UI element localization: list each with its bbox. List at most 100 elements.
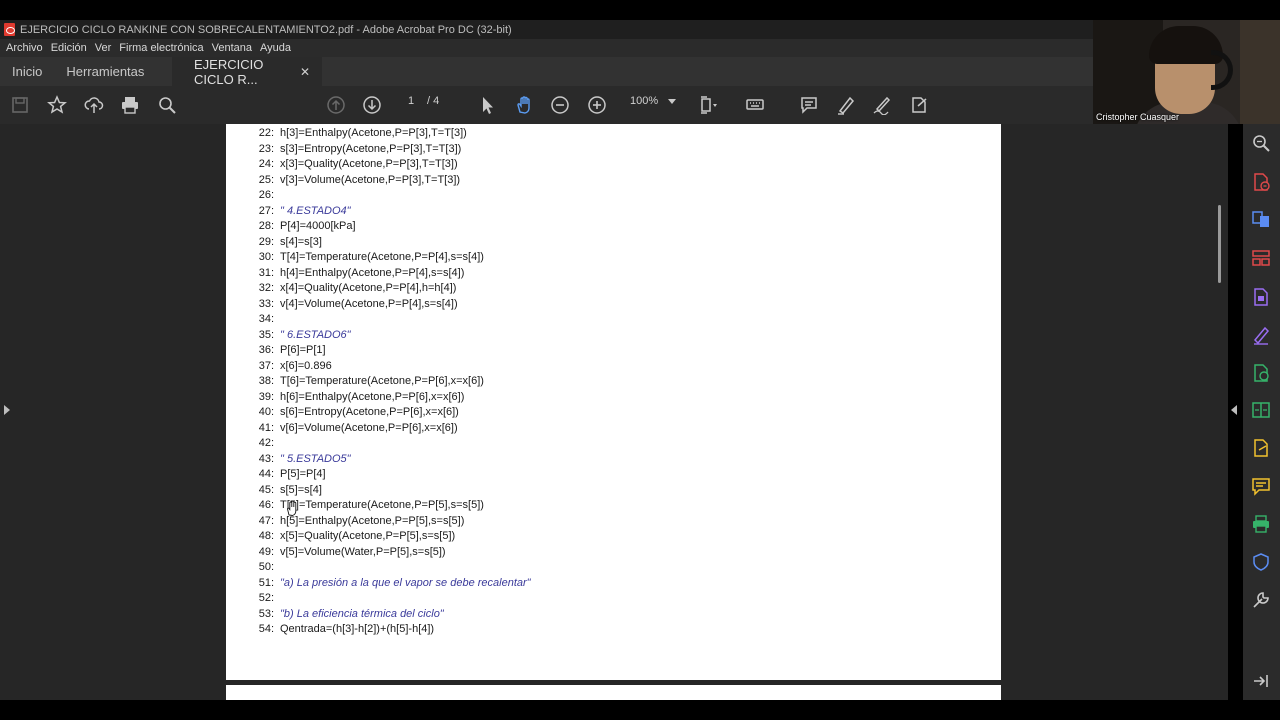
menu-edicion[interactable]: Edición xyxy=(51,42,87,54)
more-tools-wrench-icon[interactable] xyxy=(1250,589,1272,611)
bookmark-star-icon[interactable] xyxy=(46,94,68,116)
code-line: 23: s[3]=Entropy(Acetone,P=P[3],T=T[3]) xyxy=(248,142,531,158)
chevron-down-icon[interactable] xyxy=(668,99,676,104)
line-text: x[5]=Quality(Acetone,P=P[5],s=s[5]) xyxy=(280,530,456,542)
tab-tools[interactable]: Herramientas xyxy=(54,57,156,86)
line-text: v[6]=Volume(Acetone,P=P[6],x=x[6]) xyxy=(280,421,458,434)
line-text: x[6]=0.896 xyxy=(280,359,332,372)
highlight-pen-icon[interactable] xyxy=(835,94,857,116)
participant-name: Cristopher Cuasquer xyxy=(1096,112,1180,122)
left-panel-toggle-icon[interactable] xyxy=(4,405,10,415)
create-pdf-icon[interactable] xyxy=(1250,208,1272,230)
code-line: 40: s[6]=Entropy(Acetone,P=P[6],x=x[6]) xyxy=(248,405,531,421)
comment-line: 43: " 5.ESTADO5" xyxy=(248,452,531,468)
organize-pages-icon[interactable] xyxy=(1250,247,1272,269)
comment-line: 51: "a) La presión a la que el vapor se d… xyxy=(248,576,531,592)
line-text: h[4]=Enthalpy(Acetone,P=P[4],s=s[4]) xyxy=(280,266,465,279)
vertical-scrollbar[interactable] xyxy=(1214,124,1228,700)
send-for-signature-icon[interactable] xyxy=(1250,362,1272,384)
fill-sign-icon[interactable] xyxy=(1250,324,1272,346)
title-bar: EJERCICIO CICLO RANKINE CON SOBRECALENTA… xyxy=(0,20,1093,39)
share-file-icon[interactable] xyxy=(1250,437,1272,459)
menu-ver[interactable]: Ver xyxy=(95,42,112,54)
line-text xyxy=(274,560,280,576)
scrollbar-thumb[interactable] xyxy=(1218,205,1221,283)
line-text: T[6]=Temperature(Acetone,P=P[6],x=x[6]) xyxy=(280,375,484,387)
line-number: 32: xyxy=(258,282,274,294)
line-text: h[3]=Enthalpy(Acetone,P=P[3],T=T[3]) xyxy=(280,127,467,139)
select-pointer-icon[interactable] xyxy=(476,94,498,116)
line-number: 38: xyxy=(258,375,274,387)
comment-line: 53: "b) La eficiencia térmica del ciclo" xyxy=(248,607,531,623)
line-number: 54: xyxy=(258,623,274,635)
line-number: 37: xyxy=(258,359,274,372)
line-number: 46: xyxy=(258,499,274,511)
right-panel-toggle-icon[interactable] xyxy=(1231,405,1237,415)
line-number: 52: xyxy=(258,592,274,604)
page-fit-icon[interactable] xyxy=(697,94,719,116)
export-pdf-icon[interactable] xyxy=(1250,171,1272,193)
keyboard-icon[interactable] xyxy=(744,94,766,116)
print-production-icon[interactable] xyxy=(1250,513,1272,535)
share-tool-icon[interactable] xyxy=(908,94,930,116)
line-text: " 6.ESTADO6" xyxy=(280,328,351,341)
compare-files-icon[interactable] xyxy=(1250,399,1272,421)
webcam-background-right xyxy=(1240,20,1280,124)
hand-tool-icon[interactable] xyxy=(513,94,535,116)
comment-tool-icon[interactable] xyxy=(1250,475,1272,497)
code-line: 49: v[5]=Volume(Water,P=P[5],s=s[5]) xyxy=(248,545,531,561)
code-line: 37: x[6]=0.896 xyxy=(248,359,531,375)
code-line: 26: xyxy=(248,188,531,204)
menu-firma[interactable]: Firma electrónica xyxy=(119,42,203,54)
line-number: 47: xyxy=(258,514,274,527)
pdf-page: 22: h[3]=Enthalpy(Acetone,P=P[3],T=T[3]) 2… xyxy=(226,124,1001,680)
print-icon[interactable] xyxy=(119,94,141,116)
edit-pdf-icon[interactable] xyxy=(1250,286,1272,308)
line-number: 39: xyxy=(258,390,274,403)
line-number: 22: xyxy=(258,127,274,139)
search-zoom-icon[interactable] xyxy=(156,94,178,116)
line-text: "b) La eficiencia térmica del ciclo" xyxy=(280,607,444,620)
protect-shield-icon[interactable] xyxy=(1250,551,1272,573)
search-icon[interactable] xyxy=(1250,132,1272,154)
line-text: " 5.ESTADO5" xyxy=(280,452,351,465)
comment-icon[interactable] xyxy=(798,94,820,116)
line-number: 41: xyxy=(258,421,274,434)
code-line: 52: xyxy=(248,591,531,607)
upload-cloud-icon[interactable] xyxy=(83,94,105,116)
collapse-pane-icon[interactable] xyxy=(1250,670,1272,692)
line-number: 50: xyxy=(258,561,274,573)
bottom-bar xyxy=(0,700,1280,720)
zoom-out-icon[interactable] xyxy=(549,94,571,116)
zoom-level-select[interactable]: 100% xyxy=(630,95,658,107)
menu-archivo[interactable]: Archivo xyxy=(6,42,43,54)
line-text: h[5]=Enthalpy(Acetone,P=P[5],s=s[5]) xyxy=(280,514,465,527)
tab-bar: Inicio Herramientas EJERCICIO CICLO R...… xyxy=(0,56,1093,87)
line-text: "a) La presión a la que el vapor se debe… xyxy=(280,576,531,589)
page-number-input[interactable]: 1 xyxy=(400,95,422,107)
tab-home[interactable]: Inicio xyxy=(0,57,54,86)
zoom-in-icon[interactable] xyxy=(586,94,608,116)
close-icon[interactable]: ✕ xyxy=(300,65,310,79)
line-number: 48: xyxy=(258,530,274,542)
menu-ventana[interactable]: Ventana xyxy=(212,42,252,54)
line-number: 24: xyxy=(258,158,274,170)
toolbar xyxy=(0,86,1093,124)
line-number: 36: xyxy=(258,344,274,356)
code-line: 25: v[3]=Volume(Acetone,P=P[3],T=T[3]) xyxy=(248,173,531,189)
menu-ayuda[interactable]: Ayuda xyxy=(260,42,291,54)
sign-pen-icon[interactable] xyxy=(871,94,893,116)
line-number: 34: xyxy=(258,313,274,325)
line-number: 40: xyxy=(258,406,274,418)
save-icon[interactable] xyxy=(9,94,31,116)
line-text: v[4]=Volume(Acetone,P=P[4],s=s[4]) xyxy=(280,297,458,310)
next-page-icon[interactable] xyxy=(361,94,383,116)
webcam-video: Cristopher Cuasquer xyxy=(1093,20,1280,124)
pdf-page-next xyxy=(226,685,1001,700)
line-number: 23: xyxy=(258,142,274,155)
tab-document-label: EJERCICIO CICLO R... xyxy=(194,56,264,87)
tab-document[interactable]: EJERCICIO CICLO R... ✕ xyxy=(172,56,322,87)
page-total: / 4 xyxy=(427,95,440,107)
code-line: 48: x[5]=Quality(Acetone,P=P[5],s=s[5]) xyxy=(248,529,531,545)
previous-page-icon[interactable] xyxy=(325,94,347,116)
